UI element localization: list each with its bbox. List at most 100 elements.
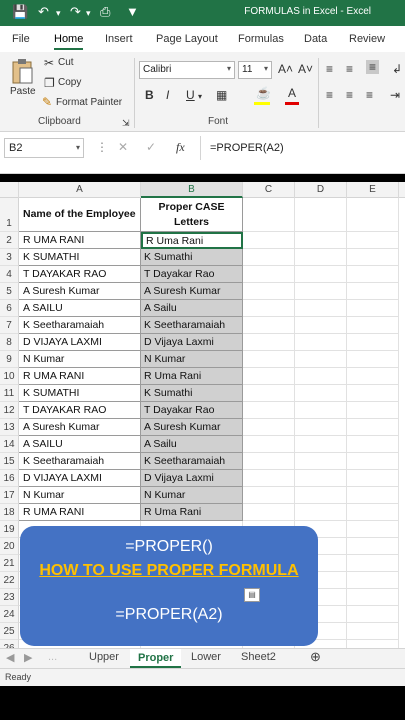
dialog-launcher-icon[interactable]: ⇲ [122, 116, 130, 130]
empty-cell[interactable] [347, 623, 399, 640]
cell-proper[interactable]: T Dayakar Rao [141, 402, 243, 419]
row-header[interactable]: 17 [0, 487, 19, 504]
indent-icon[interactable]: ⇥ [390, 88, 400, 102]
cell-proper[interactable]: K Sumathi [141, 249, 243, 266]
borders-icon[interactable]: ▦ [216, 88, 227, 102]
row-header[interactable]: 19 [0, 521, 19, 538]
print-icon[interactable]: ⎙ [100, 4, 110, 20]
cell-proper[interactable]: A Suresh Kumar [141, 283, 243, 300]
column-header-b[interactable]: B [141, 182, 243, 198]
empty-cell[interactable] [243, 436, 295, 453]
column-header-e[interactable]: E [347, 182, 399, 198]
cell-name[interactable]: K Seetharamaiah [19, 453, 141, 470]
select-all-corner[interactable] [0, 182, 19, 198]
empty-cell[interactable] [295, 334, 347, 351]
cell-name[interactable]: T DAYAKAR RAO [19, 266, 141, 283]
cancel-icon[interactable]: ✕ [118, 140, 128, 154]
empty-cell[interactable] [295, 402, 347, 419]
empty-cell[interactable] [243, 351, 295, 368]
cell-name[interactable]: R UMA RANI [19, 232, 141, 249]
tab-review[interactable]: Review [349, 33, 385, 45]
chevron-down-icon[interactable]: ▾ [56, 8, 61, 19]
empty-cell[interactable] [243, 334, 295, 351]
empty-cell[interactable] [347, 521, 399, 538]
empty-cell[interactable] [347, 385, 399, 402]
font-color-icon[interactable]: A [288, 86, 296, 100]
empty-cell[interactable] [347, 453, 399, 470]
align-right-icon[interactable]: ≡ [366, 88, 373, 102]
empty-cell[interactable] [347, 436, 399, 453]
sheet-tab-proper[interactable]: Proper [130, 649, 182, 668]
row-header[interactable]: 12 [0, 402, 19, 419]
empty-cell[interactable] [243, 198, 295, 232]
empty-cell[interactable] [243, 419, 295, 436]
italic-button[interactable]: I [166, 88, 169, 102]
empty-cell[interactable] [295, 487, 347, 504]
decrease-font-icon[interactable]: A˅ [298, 62, 313, 76]
redo-icon[interactable]: ↷ [70, 4, 81, 20]
row-header[interactable]: 10 [0, 368, 19, 385]
empty-cell[interactable] [347, 487, 399, 504]
empty-cell[interactable] [243, 385, 295, 402]
cell-name[interactable]: K SUMATHI [19, 249, 141, 266]
name-box[interactable]: B2 ▾ [4, 138, 84, 158]
cell-name[interactable]: N Kumar [19, 351, 141, 368]
cell-proper[interactable]: T Dayakar Rao [141, 266, 243, 283]
row-header[interactable]: 2 [0, 232, 19, 249]
empty-cell[interactable] [295, 453, 347, 470]
empty-cell[interactable] [295, 232, 347, 249]
cell-proper[interactable]: D Vijaya Laxmi [141, 334, 243, 351]
cell-proper[interactable]: A Sailu [141, 300, 243, 317]
fill-color-icon[interactable]: ☕ [256, 86, 271, 100]
cell-proper[interactable]: N Kumar [141, 351, 243, 368]
underline-button[interactable]: U [186, 88, 195, 102]
row-header[interactable]: 7 [0, 317, 19, 334]
copy-icon[interactable]: ❐ [44, 76, 55, 90]
row-header[interactable]: 13 [0, 419, 19, 436]
format-painter-icon[interactable]: ✎ [42, 95, 52, 109]
empty-cell[interactable] [347, 266, 399, 283]
add-sheet-icon[interactable]: ⊕ [310, 649, 321, 665]
tab-insert[interactable]: Insert [105, 33, 133, 45]
empty-cell[interactable] [347, 351, 399, 368]
empty-cell[interactable] [295, 368, 347, 385]
header-cell-name[interactable]: Name of the Employee [19, 198, 141, 232]
enter-icon[interactable]: ✓ [146, 140, 156, 154]
empty-cell[interactable] [295, 300, 347, 317]
cell-name[interactable]: K Seetharamaiah [19, 317, 141, 334]
active-cell[interactable]: R Uma Rani [141, 232, 243, 249]
empty-cell[interactable] [347, 402, 399, 419]
empty-cell[interactable] [347, 470, 399, 487]
format-painter-button[interactable]: Format Painter [56, 97, 122, 108]
empty-cell[interactable] [243, 368, 295, 385]
align-bottom-icon[interactable]: ≡ [366, 60, 380, 74]
row-header[interactable]: 26 [0, 640, 19, 648]
empty-cell[interactable] [347, 334, 399, 351]
cell-name[interactable]: D VIJAYA LAXMI [19, 470, 141, 487]
empty-cell[interactable] [243, 317, 295, 334]
header-cell-proper[interactable]: Proper CASE Letters [141, 198, 243, 232]
font-size-select[interactable]: 11 ▾ [238, 61, 272, 79]
wrap-text-icon[interactable]: ↲ [392, 62, 402, 76]
row-header[interactable]: 1 [0, 198, 19, 232]
row-header[interactable]: 25 [0, 623, 19, 640]
row-header[interactable]: 3 [0, 249, 19, 266]
cell-proper[interactable]: R Uma Rani [141, 504, 243, 521]
cell-name[interactable]: A Suresh Kumar [19, 283, 141, 300]
empty-cell[interactable] [347, 317, 399, 334]
cut-button[interactable]: Cut [58, 57, 74, 68]
cell-name[interactable]: R UMA RANI [19, 504, 141, 521]
font-name-select[interactable]: Calibri ▾ [139, 61, 235, 79]
empty-cell[interactable] [347, 572, 399, 589]
empty-cell[interactable] [347, 504, 399, 521]
empty-cell[interactable] [243, 232, 295, 249]
cell-name[interactable]: N Kumar [19, 487, 141, 504]
column-header-c[interactable]: C [243, 182, 295, 198]
empty-cell[interactable] [347, 232, 399, 249]
empty-cell[interactable] [347, 249, 399, 266]
empty-cell[interactable] [243, 402, 295, 419]
empty-cell[interactable] [295, 385, 347, 402]
row-header[interactable]: 4 [0, 266, 19, 283]
cell-proper[interactable]: R Uma Rani [141, 368, 243, 385]
empty-cell[interactable] [347, 198, 399, 232]
